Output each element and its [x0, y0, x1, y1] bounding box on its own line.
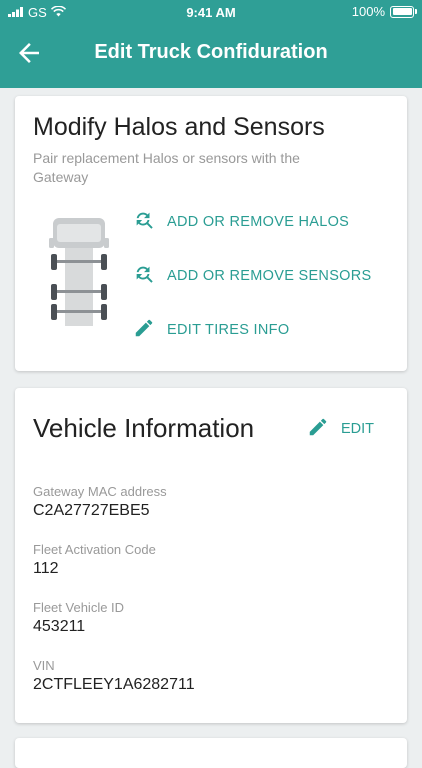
page-title: Edit Truck Confiduration: [94, 41, 328, 63]
edit-label: EDIT: [341, 421, 375, 437]
truck-diagram-icon: [49, 218, 111, 333]
app-bar: Edit Truck Confiduration: [0, 24, 422, 82]
refresh-search-icon: [133, 263, 155, 289]
add-remove-sensors-button[interactable]: ADD OR REMOVE SENSORS: [133, 263, 372, 289]
card-title: Modify Halos and Sensors: [33, 113, 325, 141]
pencil-icon: [307, 416, 329, 442]
vehicle-info-card: Vehicle Information EDIT Gateway MAC add…: [15, 388, 407, 723]
pencil-icon: [133, 317, 155, 343]
action-label: EDIT TIRES INFO: [167, 322, 290, 338]
battery-icon: [390, 5, 417, 18]
field-value-activation-code: 112: [33, 560, 59, 577]
field-value-vin: 2CTFLEEY1A6282711: [33, 676, 195, 693]
action-label: ADD OR REMOVE SENSORS: [167, 268, 372, 284]
field-label-activation-code: Fleet Activation Code: [33, 542, 156, 557]
refresh-search-icon: [133, 209, 155, 235]
field-label-gateway-mac: Gateway MAC address: [33, 484, 167, 499]
action-label: ADD OR REMOVE HALOS: [167, 214, 350, 230]
field-value-vehicle-id: 453211: [33, 618, 86, 635]
next-card: [15, 738, 407, 768]
card-title: Vehicle Information: [33, 413, 255, 443]
field-value-gateway-mac: C2A27727EBE5: [33, 502, 150, 519]
edit-vehicle-button[interactable]: EDIT: [307, 416, 374, 442]
field-label-vehicle-id: Fleet Vehicle ID: [33, 600, 125, 615]
modify-halos-card: Modify Halos and Sensors Pair replacemen…: [15, 96, 407, 371]
battery-percent: 100%: [351, 4, 385, 19]
app-header: GS 9:41 AM 100% Edit Truck Confiduration: [0, 0, 422, 88]
add-remove-halos-button[interactable]: ADD OR REMOVE HALOS: [133, 209, 349, 235]
status-bar: GS 9:41 AM 100%: [0, 0, 422, 24]
field-label-vin: VIN: [33, 658, 55, 673]
edit-tires-info-button[interactable]: EDIT TIRES INFO: [133, 317, 289, 343]
card-subtitle: Pair replacement Halos or sensors with t…: [33, 150, 300, 185]
